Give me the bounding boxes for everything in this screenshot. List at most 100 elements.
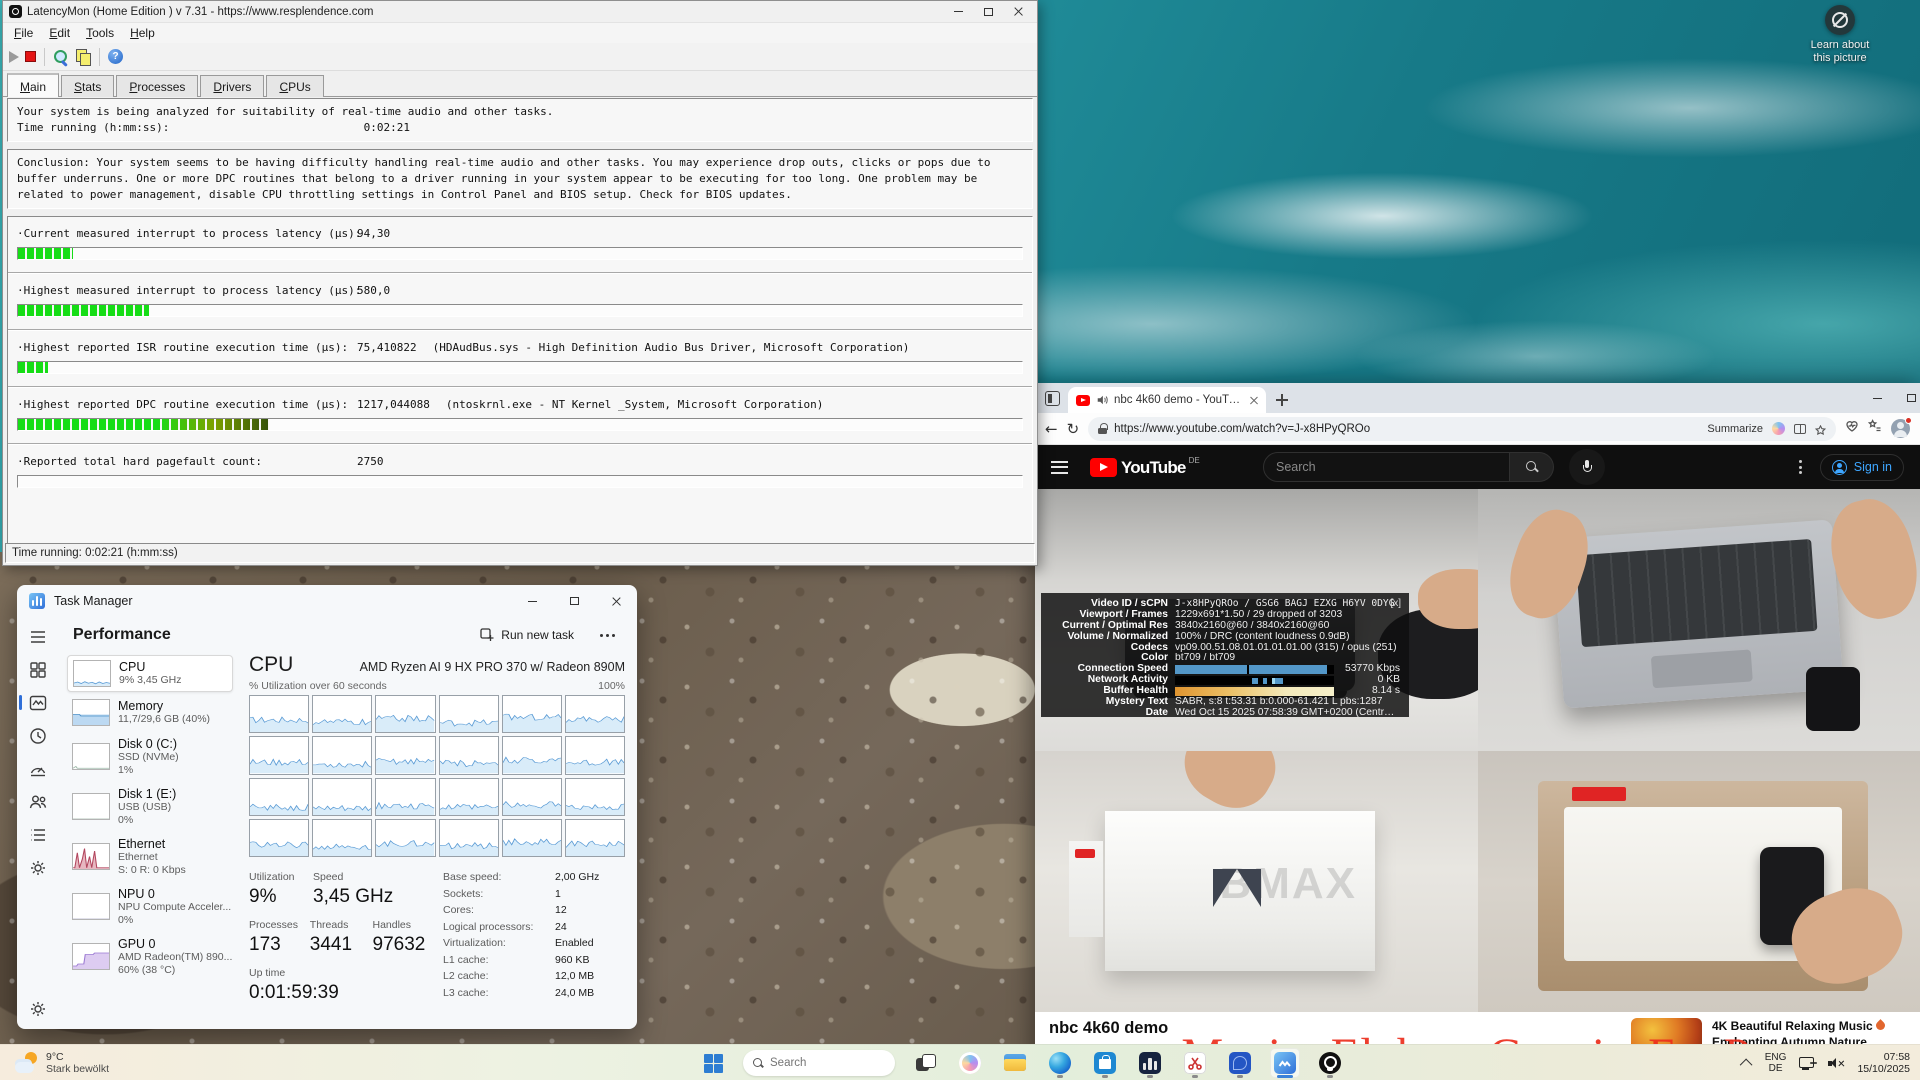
tab-workspaces-icon[interactable] [1045,391,1060,406]
analyze-icon[interactable] [53,49,69,65]
minimize-button[interactable] [943,3,973,21]
new-tab-icon[interactable] [1276,394,1288,406]
search-input[interactable] [1276,460,1497,474]
tab-cpus[interactable]: CPUs [266,75,323,97]
youtube-logo[interactable]: YouTube DE [1090,458,1200,477]
tab-stats[interactable]: Stats [61,75,114,97]
taskbar-search-input[interactable] [770,1057,885,1069]
copilot-button[interactable] [955,1048,985,1078]
nav-performance-icon[interactable] [28,693,48,713]
microsoft-store-button[interactable] [1090,1048,1120,1078]
start-button[interactable] [698,1048,728,1078]
search-button[interactable] [1510,452,1554,482]
cpu-mini-graph [73,660,111,687]
kebab-menu-icon[interactable] [1799,460,1802,474]
settings-gear-icon[interactable] [28,999,48,1019]
copilot-icon [959,1052,981,1074]
minimize-button[interactable] [1860,383,1894,413]
task-manager-titlebar[interactable]: Task Manager [17,585,637,617]
nav-users-icon[interactable] [28,792,48,812]
copy-report-icon[interactable] [75,49,91,65]
nav-services-icon[interactable] [28,858,48,878]
browser-tab-active[interactable]: nbc 4k60 demo - YouTube [1068,387,1266,413]
volume-muted-icon[interactable] [1828,1057,1844,1070]
sidebar-item-gpu0[interactable]: GPU 0 AMD Radeon(TM) 890... 60% (38 °C) [67,933,233,980]
latency-bar-track [17,247,1023,260]
latencymon-taskbar-button[interactable] [1135,1048,1165,1078]
task-manager-nav-rail [17,617,59,1029]
help-icon[interactable]: ? [108,49,123,64]
menu-file[interactable]: File [7,25,40,41]
sidebar-item-memory[interactable]: Memory 11,7/29,6 GB (40%) [67,695,233,730]
clock-widget[interactable]: 07:58 15/10/2025 [1857,1051,1910,1076]
voice-search-button[interactable] [1569,449,1605,485]
task-manager-taskbar-button[interactable] [1270,1048,1300,1078]
tray-overflow-chevron-icon[interactable] [1739,1058,1752,1071]
tab-audio-icon[interactable] [1096,394,1108,406]
tab-drivers[interactable]: Drivers [200,75,264,97]
favorite-star-icon[interactable] [1815,423,1826,434]
task-view-button[interactable] [910,1048,940,1078]
sign-in-button[interactable]: Sign in [1820,454,1904,481]
nav-menu-icon[interactable] [28,627,48,647]
start-monitor-icon[interactable] [9,51,19,63]
measurement-label: ·Current measured interrupt to process l… [17,226,357,242]
latencymon-titlebar[interactable]: LatencyMon (Home Edition ) v 7.31 - http… [3,1,1037,23]
menu-edit[interactable]: Edit [42,25,77,41]
nav-app-history-icon[interactable] [28,726,48,746]
tab-close-icon[interactable] [1250,396,1258,404]
file-explorer-button[interactable] [1000,1048,1030,1078]
measurement-value: 580,0 [357,284,390,297]
sidebar-item-disk1[interactable]: Disk 1 (E:) USB (USB) 0% [67,783,233,830]
back-icon[interactable]: ← [1045,420,1058,438]
sidebar-item-ethernet[interactable]: Ethernet Ethernet S: 0 R: 0 Kbps [67,833,233,880]
maximize-button[interactable] [973,3,1003,21]
benchmark-app-button[interactable] [1225,1048,1255,1078]
close-button[interactable] [1003,3,1033,21]
network-icon[interactable] [1799,1056,1815,1070]
run-new-task-button[interactable]: Run new task [470,623,584,647]
summarize-button[interactable]: Summarize [1707,423,1763,435]
guide-menu-icon[interactable] [1051,461,1068,474]
menu-help[interactable]: Help [123,25,162,41]
copilot-icon[interactable] [1772,422,1785,435]
menu-tools[interactable]: Tools [79,25,121,41]
weather-widget[interactable]: 9°C Stark bewölkt [8,1048,116,1078]
tab-main[interactable]: Main [7,73,59,97]
collections-icon[interactable] [1868,419,1882,438]
close-button[interactable] [595,585,637,617]
nav-details-icon[interactable] [28,825,48,845]
sidebar-item-npu0[interactable]: NPU 0 NPU Compute Acceler... 0% [67,883,233,930]
snipping-tool-button[interactable] [1180,1048,1210,1078]
youtube-search-box[interactable] [1263,452,1510,482]
maximize-button[interactable] [1894,383,1920,413]
video-player[interactable]: BMAX Video ID / sCPNJ-x8HPyQROo / GSG6 B… [1035,489,1920,1012]
sidebar-item-cpu[interactable]: CPU 9% 3,45 GHz [67,655,233,692]
spec-label: Virtualization: [443,935,555,952]
overlay-close-button[interactable]: [x] [1390,599,1401,610]
tab-processes[interactable]: Processes [116,75,198,97]
split-screen-icon[interactable] [1794,424,1806,434]
maximize-button[interactable] [553,585,595,617]
profile-avatar[interactable] [1891,419,1910,438]
language-switcher[interactable]: ENG DE [1765,1052,1787,1074]
taskbar-search[interactable] [743,1050,895,1076]
stats-value: vp09.00.51.08.01.01.01.01.00 (315) / opu… [1175,643,1397,654]
spotlight-icon[interactable] [1825,5,1855,35]
url-input[interactable] [1114,423,1700,435]
spotlight-widget[interactable]: Learn about this picture [1785,5,1895,65]
obs-button[interactable] [1315,1048,1345,1078]
nav-startup-apps-icon[interactable] [28,759,48,779]
stop-monitor-icon[interactable] [25,51,36,62]
nav-processes-icon[interactable] [28,660,48,680]
lock-icon[interactable] [1098,423,1107,434]
browser-essentials-icon[interactable] [1845,419,1859,438]
stats-value: 3840x2160@60 / 3840x2160@60 [1175,621,1329,632]
sidebar-item-disk0[interactable]: Disk 0 (C:) SSD (NVMe) 1% [67,733,233,780]
refresh-icon[interactable]: ↻ [1067,420,1080,438]
minimize-button[interactable] [511,585,553,617]
more-options-button[interactable] [590,626,625,645]
address-bar[interactable]: Summarize [1088,417,1836,441]
youtube-logo-icon [1090,458,1117,477]
edge-button[interactable] [1045,1048,1075,1078]
